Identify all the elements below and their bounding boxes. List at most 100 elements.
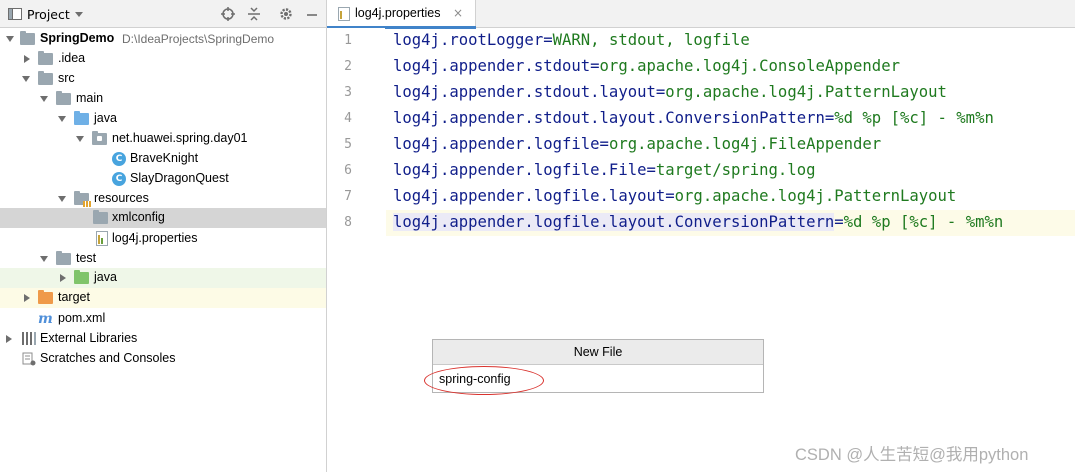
- code-text: log4j.appender.logfile=org.apache.log4j.…: [393, 135, 882, 153]
- code-text: log4j.appender.logfile.layout=org.apache…: [393, 187, 957, 205]
- code-line[interactable]: 5 log4j.appender.logfile=org.apache.log4…: [344, 132, 1075, 158]
- tree-item-label: xmlconfig: [112, 210, 165, 224]
- tree-item-target[interactable]: target: [0, 288, 326, 308]
- class-icon: C: [112, 152, 126, 166]
- folder-icon: [38, 71, 53, 85]
- expand-arrow-icon[interactable]: [76, 136, 84, 142]
- code-text: log4j.appender.logfile.layout.Conversion…: [393, 213, 1004, 231]
- tree-item-pom-xml[interactable]: m pom.xml: [0, 309, 326, 329]
- tree-item-label: test: [76, 251, 97, 265]
- editor-tab-bar: log4j.properties ×: [327, 0, 1075, 29]
- code-text: log4j.rootLogger=WARN, stdout, logfile: [393, 31, 750, 49]
- expand-arrow-icon[interactable]: [6, 36, 14, 42]
- project-view-icon: [8, 8, 22, 20]
- collapse-all-icon[interactable]: [246, 6, 262, 22]
- close-icon[interactable]: ×: [453, 6, 463, 20]
- tree-item-main[interactable]: main: [0, 89, 326, 109]
- class-icon: C: [112, 172, 126, 186]
- tree-item-test-java[interactable]: java: [0, 268, 326, 288]
- folder-icon: [56, 251, 71, 265]
- collapse-arrow-icon[interactable]: [6, 335, 12, 343]
- tree-item-slaydragonquest[interactable]: C SlayDragonQuest: [0, 169, 326, 189]
- tree-item-scratches[interactable]: Scratches and Consoles: [0, 349, 326, 369]
- tree-item-braveknight[interactable]: C BraveKnight: [0, 149, 326, 169]
- code-text: log4j.appender.stdout.layout.ConversionP…: [393, 109, 994, 127]
- source-folder-icon: [74, 111, 89, 125]
- line-number: 2: [344, 59, 352, 74]
- collapse-arrow-icon[interactable]: [24, 55, 30, 63]
- tree-item-label: resources: [94, 191, 149, 205]
- project-view-selector[interactable]: Project: [8, 6, 83, 22]
- tree-item-label: java: [94, 111, 117, 125]
- tree-item-src[interactable]: src: [0, 69, 326, 89]
- gear-icon[interactable]: [278, 6, 294, 22]
- tab-log4j-properties[interactable]: log4j.properties ×: [327, 0, 476, 29]
- tree-item-java[interactable]: java: [0, 109, 326, 129]
- new-file-name-input[interactable]: [433, 366, 763, 392]
- library-icon: [22, 332, 36, 345]
- folder-icon: [93, 210, 108, 224]
- tree-item-springdemo[interactable]: SpringDemo D:\IdeaProjects\SpringDemo: [0, 29, 326, 49]
- code-line[interactable]: 7 log4j.appender.logfile.layout=org.apac…: [344, 184, 1075, 210]
- line-number: 1: [344, 33, 352, 48]
- code-text: log4j.appender.logfile.File=target/sprin…: [393, 161, 816, 179]
- properties-file-icon: [96, 231, 108, 246]
- tree-item-label: External Libraries: [40, 331, 138, 345]
- tree-item-label: src: [58, 71, 75, 85]
- tree-item-xmlconfig[interactable]: xmlconfig: [0, 208, 326, 228]
- test-source-folder-icon: [74, 270, 89, 284]
- new-file-dialog: New File: [432, 339, 764, 393]
- tree-item-resources[interactable]: resources: [0, 189, 326, 209]
- folder-icon: [38, 51, 53, 65]
- new-file-dialog-title: New File: [433, 340, 763, 365]
- editor: log4j.properties × 1 log4j.rootLogger=WA…: [327, 0, 1075, 472]
- tree-item-label: target: [58, 290, 90, 304]
- locate-icon[interactable]: [220, 6, 236, 22]
- project-panel-header: Project: [0, 0, 326, 28]
- tree-item-log4j-properties[interactable]: log4j.properties: [0, 229, 326, 249]
- code-text: log4j.appender.stdout.layout=org.apache.…: [393, 83, 947, 101]
- tree-item-external-libraries[interactable]: External Libraries: [0, 329, 326, 349]
- code-line[interactable]: 4 log4j.appender.stdout.layout.Conversio…: [344, 106, 1075, 132]
- module-folder-icon: [20, 31, 35, 45]
- watermark: CSDN @人生苦短@我用python: [795, 446, 1029, 464]
- collapse-arrow-icon[interactable]: [24, 294, 30, 302]
- chevron-down-icon: [74, 11, 83, 17]
- project-panel: Project SpringDemo D:\IdeaProjects\Sprin…: [0, 0, 327, 472]
- line-number: 7: [344, 189, 352, 204]
- package-icon: [92, 131, 107, 145]
- collapse-arrow-icon[interactable]: [60, 274, 66, 282]
- tree-item-idea[interactable]: .idea: [0, 49, 326, 69]
- expand-arrow-icon[interactable]: [22, 76, 30, 82]
- tree-item-label: SlayDragonQuest: [130, 171, 229, 185]
- expand-arrow-icon[interactable]: [58, 116, 66, 122]
- folder-icon: [56, 91, 71, 105]
- tree-item-label: net.huawei.spring.day01: [112, 131, 248, 145]
- expand-arrow-icon[interactable]: [40, 256, 48, 262]
- tree-item-label: main: [76, 91, 104, 105]
- tree-item-label: java: [94, 270, 117, 284]
- project-panel-title: Project: [27, 6, 70, 22]
- tree-item-label: log4j.properties: [112, 231, 198, 245]
- code-text: log4j.appender.stdout=org.apache.log4j.C…: [393, 57, 900, 75]
- code-line[interactable]: 2 log4j.appender.stdout=org.apache.log4j…: [344, 54, 1075, 80]
- code-line[interactable]: 1 log4j.rootLogger=WARN, stdout, logfile: [344, 28, 1075, 54]
- scratches-icon: [22, 352, 36, 366]
- code-line[interactable]: 6 log4j.appender.logfile.File=target/spr…: [344, 158, 1075, 184]
- maven-icon: m: [38, 311, 53, 327]
- code-line-current[interactable]: 8 log4j.appender.logfile.layout.Conversi…: [344, 210, 1075, 236]
- minimize-icon[interactable]: [304, 6, 320, 22]
- expand-arrow-icon[interactable]: [58, 196, 66, 202]
- tree-item-package[interactable]: net.huawei.spring.day01: [0, 129, 326, 149]
- line-number: 8: [344, 215, 352, 230]
- tree-item-label: pom.xml: [58, 311, 106, 325]
- tree-item-test[interactable]: test: [0, 249, 326, 269]
- tree-item-label: BraveKnight: [130, 151, 199, 165]
- tree-item-label: SpringDemo: [40, 31, 115, 45]
- line-number: 5: [344, 137, 352, 152]
- expand-arrow-icon[interactable]: [40, 96, 48, 102]
- line-number: 3: [344, 85, 352, 100]
- properties-file-icon: [338, 7, 350, 21]
- code-line[interactable]: 3 log4j.appender.stdout.layout=org.apach…: [344, 80, 1075, 106]
- tab-label: log4j.properties: [355, 6, 441, 20]
